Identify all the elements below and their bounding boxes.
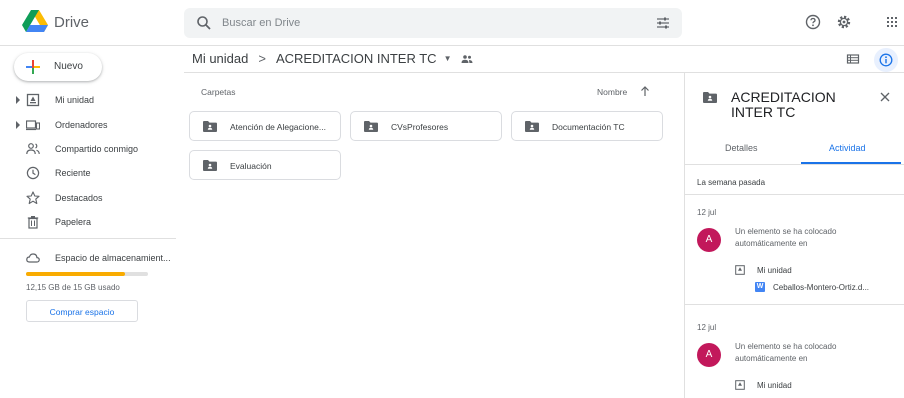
shared-folder-icon bbox=[525, 121, 539, 132]
sidebar-item-label: Destacados bbox=[55, 193, 103, 203]
sidebar-item-trash[interactable]: Papelera bbox=[0, 211, 176, 233]
my-drive-icon bbox=[735, 265, 745, 275]
shared-folder-icon bbox=[461, 55, 473, 63]
folder-card[interactable]: Evaluación bbox=[189, 150, 341, 180]
avatar[interactable]: A bbox=[697, 228, 721, 252]
buy-storage-label: Comprar espacio bbox=[49, 307, 115, 317]
folders-section-label: Carpetas bbox=[201, 87, 236, 97]
storage-usage-text: 12,15 GB de 15 GB usado bbox=[26, 283, 120, 292]
shared-folder-icon bbox=[203, 121, 217, 132]
word-doc-badge: W bbox=[756, 283, 764, 290]
shared-folder-icon bbox=[203, 160, 217, 171]
sidebar-item-label: Espacio de almacenamient... bbox=[55, 253, 171, 263]
sidebar-item-storage[interactable]: Espacio de almacenamient... bbox=[0, 247, 176, 269]
search-options-icon[interactable] bbox=[656, 16, 670, 30]
activity-text: Un elemento se ha colocado automáticamen… bbox=[735, 342, 837, 363]
search-icon[interactable] bbox=[196, 15, 212, 31]
sidebar-item-label: Reciente bbox=[55, 168, 91, 178]
activity-divider bbox=[685, 304, 904, 305]
sidebar-item-label: Mi unidad bbox=[55, 95, 95, 105]
trash-icon bbox=[27, 216, 39, 229]
top-bar: Drive bbox=[0, 0, 904, 46]
buy-storage-button[interactable]: Comprar espacio bbox=[26, 300, 138, 322]
chevron-down-icon[interactable]: ▼ bbox=[444, 54, 452, 63]
avatar-initial: A bbox=[705, 349, 713, 360]
storage-progress-fill bbox=[26, 272, 125, 276]
apps-grid-icon[interactable] bbox=[884, 14, 900, 30]
drive-logo-icon[interactable] bbox=[22, 10, 48, 32]
tabs-divider bbox=[685, 164, 904, 165]
shared-folder-icon bbox=[703, 92, 717, 103]
folder-card[interactable]: Documentación TC bbox=[511, 111, 663, 141]
close-icon[interactable] bbox=[879, 91, 891, 103]
folder-name: Evaluación bbox=[230, 161, 272, 171]
app-title[interactable]: Drive bbox=[54, 14, 89, 31]
activity-text: Un elemento se ha colocado automáticamen… bbox=[735, 227, 837, 248]
info-icon bbox=[879, 53, 893, 67]
breadcrumb-root[interactable]: Mi unidad bbox=[192, 51, 248, 66]
sort-by-label[interactable]: Nombre bbox=[597, 87, 627, 97]
sidebar-item-label: Papelera bbox=[55, 217, 92, 227]
my-drive-icon bbox=[735, 380, 745, 390]
breadcrumb-separator: > bbox=[258, 51, 266, 66]
sidebar-item-my-drive[interactable]: Mi unidad bbox=[0, 89, 176, 111]
clock-icon bbox=[26, 166, 40, 180]
breadcrumb-current[interactable]: ACREDITACION INTER TC bbox=[276, 51, 437, 66]
folder-name: Documentación TC bbox=[552, 122, 625, 132]
expand-arrow-icon[interactable] bbox=[15, 121, 21, 129]
activity-file-name[interactable]: Ceballos-Montero-Ortiz.d... bbox=[773, 283, 891, 292]
avatar[interactable]: A bbox=[697, 343, 721, 367]
activity-location[interactable]: Mi unidad bbox=[757, 266, 792, 275]
shared-folder-icon bbox=[364, 121, 378, 132]
sidebar-item-computers[interactable]: Ordenadores bbox=[0, 114, 176, 136]
plus-icon bbox=[26, 60, 40, 74]
folder-card[interactable]: CVsProfesores bbox=[350, 111, 502, 141]
shared-icon bbox=[26, 143, 40, 155]
storage-progress-bar bbox=[26, 272, 148, 276]
folder-name: Atención de Alegacione... bbox=[230, 122, 326, 132]
breadcrumb: Mi unidad > ACREDITACION INTER TC ▼ bbox=[192, 51, 473, 66]
details-panel: ACREDITACION INTER TC Detalles Actividad… bbox=[684, 73, 904, 398]
activity-period-label: La semana pasada bbox=[697, 178, 766, 187]
sidebar-item-shared-with-me[interactable]: Compartido conmigo bbox=[0, 138, 176, 160]
activity-location[interactable]: Mi unidad bbox=[757, 381, 792, 390]
activity-date: 12 jul bbox=[697, 208, 717, 217]
details-toggle-button[interactable] bbox=[874, 48, 898, 72]
sidebar-item-label: Compartido conmigo bbox=[55, 144, 139, 154]
avatar-initial: A bbox=[705, 234, 713, 245]
settings-gear-icon[interactable] bbox=[836, 14, 852, 30]
expand-arrow-icon[interactable] bbox=[15, 96, 21, 104]
search-bar[interactable] bbox=[184, 8, 682, 38]
help-icon[interactable] bbox=[805, 14, 821, 30]
sidebar-item-starred[interactable]: Destacados bbox=[0, 187, 176, 209]
folder-name: CVsProfesores bbox=[391, 122, 449, 132]
sidebar-divider bbox=[0, 238, 176, 239]
new-button-label: Nuevo bbox=[54, 61, 83, 72]
details-title: ACREDITACION INTER TC bbox=[731, 89, 836, 120]
computers-icon bbox=[26, 120, 40, 131]
list-view-icon[interactable] bbox=[846, 52, 860, 66]
search-input[interactable] bbox=[222, 12, 622, 34]
sidebar-item-label: Ordenadores bbox=[55, 120, 108, 130]
my-drive-icon bbox=[26, 93, 40, 107]
activity-date: 12 jul bbox=[697, 323, 717, 332]
tab-activity[interactable]: Actividad bbox=[829, 143, 866, 153]
star-icon bbox=[26, 191, 40, 205]
word-doc-icon: W bbox=[755, 282, 765, 292]
arrow-up-icon[interactable] bbox=[640, 85, 650, 97]
activity-divider bbox=[685, 194, 904, 195]
cloud-icon bbox=[26, 253, 40, 263]
tab-details[interactable]: Detalles bbox=[725, 143, 758, 153]
sidebar-item-recent[interactable]: Reciente bbox=[0, 162, 176, 184]
new-button[interactable]: Nuevo bbox=[14, 53, 102, 81]
folder-card[interactable]: Atención de Alegacione... bbox=[189, 111, 341, 141]
